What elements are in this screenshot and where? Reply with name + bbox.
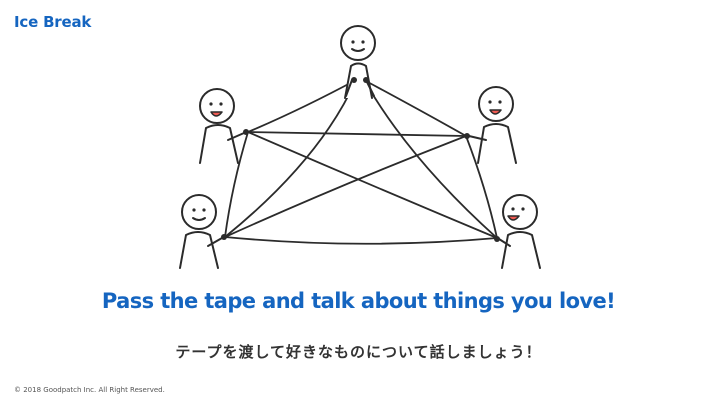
headline: Pass the tape and talk about things you … [101,289,616,313]
person-top [340,25,376,99]
people-passing-tape-illustration [179,25,541,269]
person-lower-left [179,194,227,269]
slide: Ice Break Pass the tape and talk about t… [0,0,717,404]
copyright: © 2018 Goodpatch Inc. All Right Reserved… [14,386,165,394]
person-lower-right [494,194,541,269]
subheadline: テープを渡して好きなものについて話しましょう！ [175,343,542,361]
tape-lines [224,79,498,245]
